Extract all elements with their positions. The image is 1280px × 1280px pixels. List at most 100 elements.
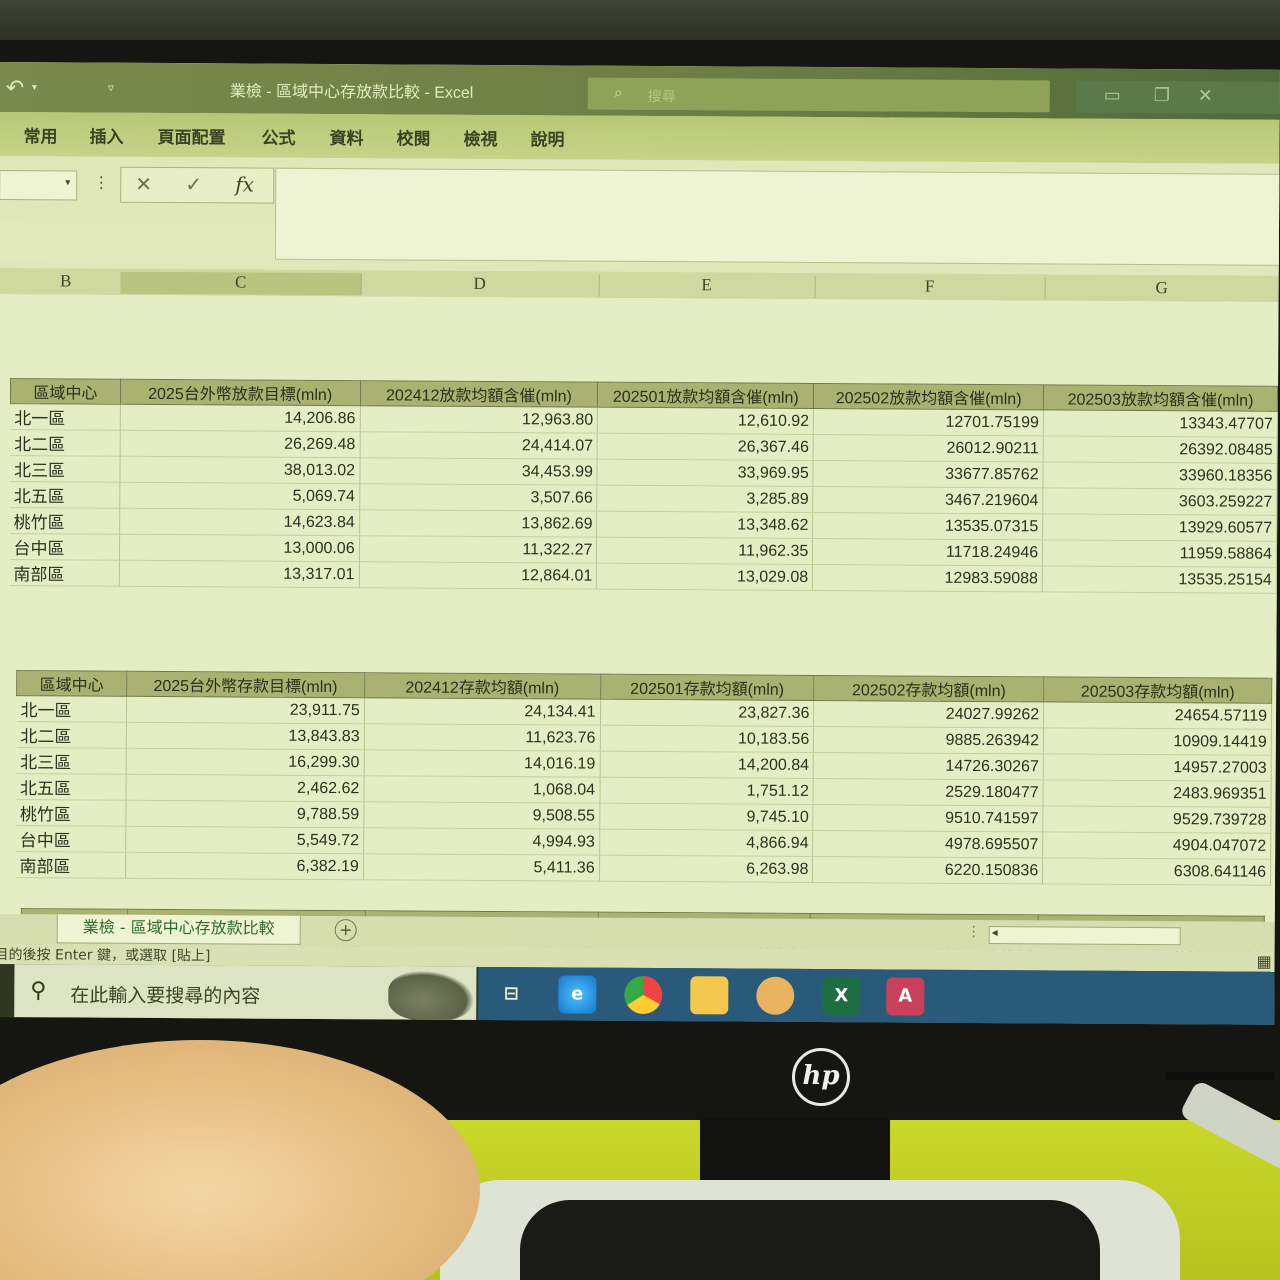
app-icon[interactable] <box>756 976 795 1015</box>
value-cell[interactable]: 12,963.80 <box>359 405 598 434</box>
value-cell[interactable]: 2529.180477 <box>813 778 1044 806</box>
value-cell[interactable]: 9510.741597 <box>813 804 1044 832</box>
restore-icon[interactable]: ❐ <box>1154 85 1170 106</box>
value-cell[interactable]: 23,911.75 <box>126 696 365 724</box>
column-header-b[interactable]: B <box>10 271 122 294</box>
value-cell[interactable]: 24,134.41 <box>364 697 601 726</box>
value-cell[interactable]: 13,000.06 <box>119 534 360 562</box>
value-cell[interactable]: 26,269.48 <box>119 430 360 458</box>
value-cell[interactable]: 9,788.59 <box>125 800 364 828</box>
value-cell[interactable]: 13535.07315 <box>812 512 1043 540</box>
value-cell[interactable]: 11,962.35 <box>596 537 813 565</box>
region-cell[interactable]: 北三區 <box>9 455 120 483</box>
value-cell[interactable]: 6220.150836 <box>812 856 1043 884</box>
add-sheet-icon[interactable]: + <box>334 919 357 942</box>
value-cell[interactable]: 11,322.27 <box>359 535 598 564</box>
value-cell[interactable]: 11959.58864 <box>1042 539 1277 568</box>
value-cell[interactable]: 14,623.84 <box>119 508 360 536</box>
value-cell[interactable]: 3467.219604 <box>813 486 1044 514</box>
value-cell[interactable]: 11,623.76 <box>364 723 600 752</box>
value-cell[interactable]: 14,200.84 <box>599 751 814 779</box>
quick-access-more-icon[interactable]: ▿ <box>108 81 114 95</box>
header-cell[interactable]: 202502放款均額含催(mln) <box>813 383 1044 410</box>
tab-help[interactable]: 說明 <box>530 125 564 150</box>
column-header-c[interactable]: C <box>120 271 362 296</box>
minimize-icon[interactable]: ▭ <box>1104 85 1121 106</box>
task-view-icon[interactable]: ⊟ <box>492 975 530 1013</box>
close-icon[interactable]: ✕ <box>1198 85 1213 106</box>
value-cell[interactable]: 13535.25154 <box>1042 565 1277 594</box>
chevron-down-icon[interactable]: ▾ <box>65 177 70 188</box>
value-cell[interactable]: 10909.14419 <box>1043 727 1272 756</box>
insert-function-icon[interactable]: fx <box>235 172 254 196</box>
value-cell[interactable]: 13,029.08 <box>596 563 813 591</box>
value-cell[interactable]: 13929.60577 <box>1042 513 1277 542</box>
formula-bar-resize-handle[interactable]: ⋮ <box>93 173 109 192</box>
value-cell[interactable]: 4,866.94 <box>599 829 814 857</box>
value-cell[interactable]: 14,206.86 <box>120 404 361 432</box>
horizontal-scrollbar[interactable]: ◂ <box>988 925 1181 946</box>
value-cell[interactable]: 26392.08485 <box>1043 435 1278 464</box>
value-cell[interactable]: 3,507.66 <box>359 483 598 512</box>
value-cell[interactable]: 13343.47707 <box>1043 409 1278 438</box>
taskbar-search[interactable]: ⚲ 在此輸入要搜尋的內容 <box>14 964 477 1025</box>
header-cell[interactable]: 202501放款均額含催(mln) <box>597 382 814 409</box>
value-cell[interactable]: 23,827.36 <box>599 699 814 727</box>
region-cell[interactable]: 南部區 <box>15 851 126 879</box>
region-cell[interactable]: 北二區 <box>16 721 127 749</box>
cancel-icon[interactable]: ✕ <box>135 172 152 196</box>
formula-input[interactable] <box>274 167 1280 266</box>
value-cell[interactable]: 33960.18356 <box>1043 461 1278 490</box>
value-cell[interactable]: 12,610.92 <box>597 407 814 435</box>
value-cell[interactable]: 14957.27003 <box>1043 753 1272 782</box>
value-cell[interactable]: 34,453.99 <box>359 457 598 486</box>
header-cell[interactable]: 2025台外幣存款目標(mln) <box>126 671 365 698</box>
file-explorer-icon[interactable] <box>690 976 729 1015</box>
value-cell[interactable]: 13,862.69 <box>359 509 598 538</box>
value-cell[interactable]: 5,411.36 <box>363 853 600 882</box>
chrome-icon[interactable] <box>624 975 663 1015</box>
column-header-d[interactable]: D <box>360 273 600 297</box>
column-header-e[interactable]: E <box>598 274 816 298</box>
normal-view-icon[interactable]: ▦ <box>1256 952 1271 971</box>
value-cell[interactable]: 13,348.62 <box>597 511 814 539</box>
region-cell[interactable]: 北一區 <box>16 695 127 723</box>
value-cell[interactable]: 26,367.46 <box>597 433 814 461</box>
region-cell[interactable]: 台中區 <box>15 825 126 853</box>
value-cell[interactable]: 16,299.30 <box>126 748 365 776</box>
value-cell[interactable]: 24,414.07 <box>359 431 598 460</box>
sheet-tab-active[interactable]: 業檢 - 區域中心存放款比較 <box>56 914 301 945</box>
value-cell[interactable]: 9529.739728 <box>1042 805 1271 834</box>
value-cell[interactable]: 14726.30267 <box>813 752 1044 780</box>
value-cell[interactable]: 3,285.89 <box>597 485 814 513</box>
value-cell[interactable]: 5,069.74 <box>119 482 360 510</box>
region-cell[interactable]: 桃竹區 <box>9 507 120 535</box>
value-cell[interactable]: 3603.259227 <box>1042 487 1277 516</box>
scroll-left-icon[interactable]: ◂ <box>992 925 998 939</box>
column-header-f[interactable]: F <box>814 275 1046 300</box>
value-cell[interactable]: 1,751.12 <box>599 777 814 805</box>
value-cell[interactable]: 5,549.72 <box>125 826 364 854</box>
header-cell[interactable]: 202501存款均額(mln) <box>600 674 815 701</box>
value-cell[interactable]: 10,183.56 <box>599 725 814 753</box>
header-cell[interactable]: 202412存款均額(mln) <box>364 672 601 700</box>
region-cell[interactable]: 北一區 <box>10 403 121 431</box>
value-cell[interactable]: 12,864.01 <box>358 561 597 590</box>
region-cell[interactable]: 北五區 <box>9 481 120 509</box>
header-cell[interactable]: 區域中心 <box>10 378 121 405</box>
tab-data[interactable]: 資料 <box>329 124 363 149</box>
value-cell[interactable]: 1,068.04 <box>363 775 600 804</box>
tab-formulas[interactable]: 公式 <box>261 124 295 149</box>
enter-icon[interactable]: ✓ <box>185 172 202 196</box>
region-cell[interactable]: 桃竹區 <box>15 799 126 827</box>
column-header-g[interactable]: G <box>1044 277 1280 301</box>
access-icon[interactable]: A <box>886 977 925 1016</box>
value-cell[interactable]: 13,843.83 <box>126 722 365 750</box>
value-cell[interactable]: 6308.641146 <box>1042 857 1271 886</box>
value-cell[interactable]: 2483.969351 <box>1043 779 1272 808</box>
value-cell[interactable]: 9,508.55 <box>363 801 600 830</box>
undo-icon[interactable]: ↶ <box>6 76 25 101</box>
value-cell[interactable]: 33,969.95 <box>597 459 814 487</box>
header-cell[interactable]: 202503存款均額(mln) <box>1043 676 1272 704</box>
region-cell[interactable]: 台中區 <box>9 533 120 561</box>
